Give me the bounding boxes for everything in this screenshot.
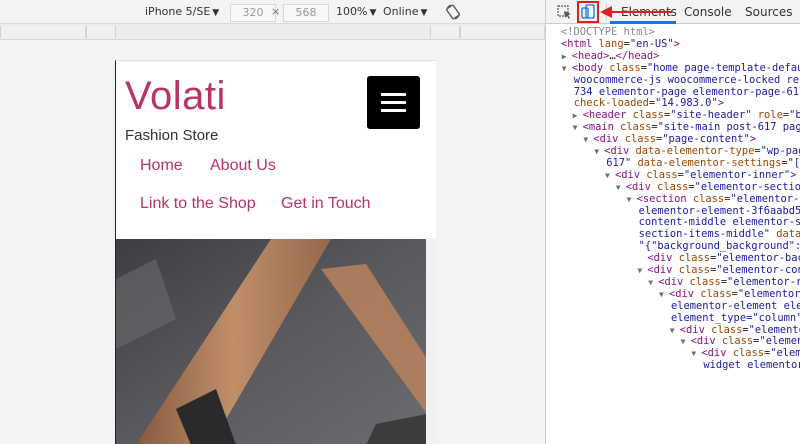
- dom-node-text: <main class="site-main post-617 page: [582, 121, 800, 134]
- dom-node-text: <div class="eleme: [701, 347, 800, 360]
- zoom-select[interactable]: 100% ▼: [336, 4, 376, 21]
- chevron-down-icon: ▼: [420, 8, 428, 18]
- dom-node-text: elementor-element elemen: [671, 299, 800, 312]
- dom-node-text: "{"background_background":"cla: [638, 240, 800, 253]
- emulated-page: Volati Fashion Store Home About Us Link …: [115, 60, 436, 444]
- chevron-down-icon: ▼: [369, 8, 377, 18]
- collapse-triangle-icon[interactable]: ▼: [605, 170, 615, 182]
- media-query-segment[interactable]: [460, 26, 545, 38]
- dom-node-text: 734 elementor-page elementor-page-617" d: [573, 85, 800, 98]
- collapse-triangle-icon[interactable]: ▼: [637, 265, 647, 277]
- dom-node-text: check-loaded="14.983.0">: [573, 97, 724, 110]
- network-throttle-select[interactable]: Online ▼: [383, 4, 427, 21]
- rotate-icon[interactable]: [446, 4, 460, 25]
- width-input[interactable]: 320: [230, 4, 276, 22]
- page-scroll-area: [426, 238, 436, 444]
- menu-icon: [381, 93, 406, 96]
- dom-node-text: elementor-element-3f6aabd5 ele: [638, 204, 800, 217]
- site-tagline: Fashion Store: [125, 127, 219, 144]
- device-toolbar-toggle-icon[interactable]: [577, 1, 599, 23]
- devtools-panel: Elements Console Sources <!DOCTYPE html>…: [545, 0, 800, 444]
- media-query-segment[interactable]: [0, 26, 86, 38]
- dom-node-text: <div class="elementor-c: [669, 287, 800, 300]
- collapse-triangle-icon[interactable]: ▼: [659, 289, 669, 301]
- dom-node-text: <head>…</head>: [571, 49, 660, 62]
- device-emulation-area: iPhone 5/SE ▼ 320 × 568 100% ▼ Online ▼ Vol…: [0, 0, 545, 444]
- dom-node-text: widget elementor-w: [703, 359, 800, 372]
- collapse-triangle-icon[interactable]: ▼: [627, 194, 637, 206]
- inspect-element-icon[interactable]: [556, 3, 574, 21]
- dom-node-text: <div class="elementor-section-: [625, 180, 800, 193]
- network-value: Online: [383, 5, 419, 18]
- expand-triangle-icon[interactable]: ▶: [562, 51, 572, 63]
- collapse-triangle-icon[interactable]: ▼: [583, 134, 593, 146]
- dom-node-line[interactable]: widget elementor-w: [703, 359, 800, 372]
- menu-icon-bar: [381, 101, 406, 104]
- dom-node-text: section-items-middle" data-ids: [638, 228, 800, 241]
- dom-node-text: <div class="elementor-inner">: [615, 168, 797, 181]
- chevron-down-icon: ▼: [212, 8, 220, 18]
- tab-console[interactable]: Console: [684, 5, 732, 19]
- collapse-triangle-icon[interactable]: ▼: [648, 277, 658, 289]
- dom-node-text: <div class="element: [690, 335, 800, 348]
- dom-node-text: <html lang="en-US">: [561, 37, 680, 50]
- collapse-triangle-icon[interactable]: ▼: [562, 63, 572, 75]
- collapse-triangle-icon[interactable]: ▼: [670, 325, 680, 337]
- media-query-segment[interactable]: [86, 26, 116, 38]
- viewport-gutter: [436, 60, 545, 444]
- dom-node-text: <div data-elementor-type="wp-page: [604, 145, 800, 157]
- collapse-triangle-icon[interactable]: ▼: [573, 122, 583, 134]
- hamburger-menu-button[interactable]: [367, 76, 420, 129]
- dom-node-text: <div class="elementor: [679, 323, 800, 336]
- dom-tree[interactable]: <!DOCTYPE html> <html lang="en-US"> ▶ <head…: [546, 24, 800, 444]
- collapse-triangle-icon[interactable]: ▼: [616, 182, 626, 194]
- dom-node-text: <div class="elementor-back: [647, 252, 800, 265]
- dimension-separator: ×: [271, 5, 281, 18]
- devtools-tabbar: Elements Console Sources: [546, 0, 800, 24]
- dom-node-text: <div class="elementor-ro: [658, 275, 800, 288]
- dom-node-text: <div class="elementor-cont: [647, 264, 800, 276]
- dom-node-text: content-middle elementor-secti: [638, 216, 800, 229]
- dom-node-text: element_type="column">: [671, 311, 800, 324]
- dom-node-text: <section class="elementor-se: [636, 192, 800, 205]
- media-query-bar[interactable]: [0, 24, 545, 40]
- nav-link-get-in-touch[interactable]: Get in Touch: [281, 195, 371, 213]
- annotation-arrow-icon: [598, 2, 678, 25]
- device-toolbar: iPhone 5/SE ▼ 320 × 568 100% ▼ Online ▼: [0, 0, 545, 24]
- dom-node-text: <!DOCTYPE html>: [561, 26, 655, 38]
- expand-triangle-icon[interactable]: ▶: [573, 110, 583, 122]
- device-select[interactable]: iPhone 5/SE ▼: [145, 4, 219, 21]
- collapse-triangle-icon[interactable]: ▼: [681, 336, 691, 348]
- nav-link-home[interactable]: Home: [140, 157, 183, 175]
- collapse-triangle-icon[interactable]: ▼: [594, 146, 604, 158]
- menu-icon-bar: [381, 109, 406, 112]
- dom-node-text: <div class="page-content">: [593, 133, 757, 146]
- tab-sources[interactable]: Sources: [745, 5, 792, 19]
- height-input[interactable]: 568: [283, 4, 329, 22]
- dom-node-text: woocommerce-js woocommerce-locked respon: [573, 73, 800, 86]
- nav-link-about-us[interactable]: About Us: [210, 157, 276, 175]
- hero-image: [116, 239, 427, 444]
- site-title[interactable]: Volati: [125, 74, 226, 119]
- nav-link-shop[interactable]: Link to the Shop: [140, 195, 256, 213]
- device-name: iPhone 5/SE: [145, 5, 211, 18]
- collapse-triangle-icon[interactable]: ▼: [691, 348, 701, 360]
- dom-node-text: <header class="site-header" role="ban: [582, 109, 800, 122]
- dom-node-text: <body class="home page-template-default: [571, 61, 800, 74]
- media-query-segment[interactable]: [430, 26, 460, 38]
- dom-node-text: 617" data-elementor-settings="[]">: [606, 156, 800, 169]
- zoom-value: 100%: [336, 5, 368, 18]
